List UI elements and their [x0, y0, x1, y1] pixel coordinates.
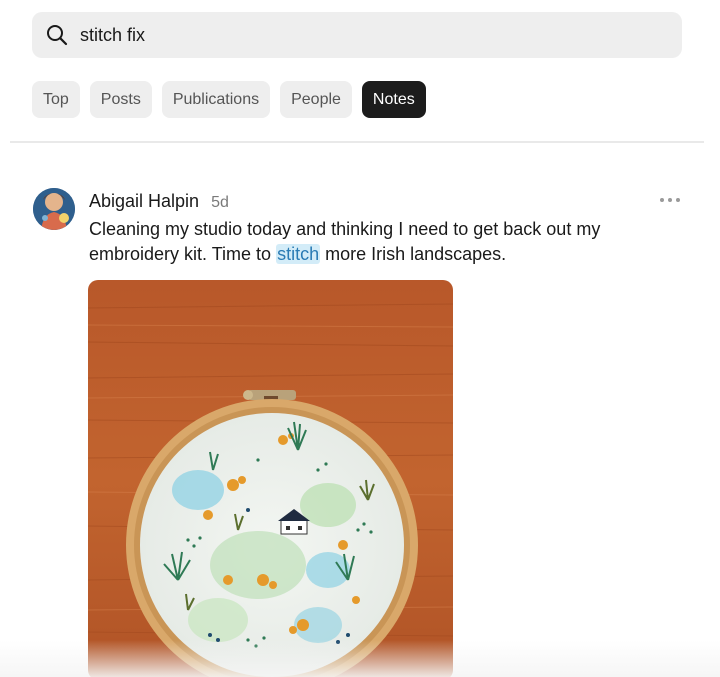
tab-notes[interactable]: Notes — [361, 81, 426, 118]
search-filter-tabs: Top Posts Publications People Notes — [32, 81, 426, 118]
search-icon — [46, 24, 68, 46]
note-header: Abigail Halpin 5d — [89, 191, 229, 212]
more-horizontal-icon[interactable] — [660, 192, 680, 208]
divider — [10, 141, 704, 143]
search-bar[interactable] — [32, 12, 682, 58]
note-body: Cleaning my studio today and thinking I … — [89, 217, 649, 267]
search-term-highlight: stitch — [276, 244, 321, 264]
author-name[interactable]: Abigail Halpin — [89, 191, 199, 212]
tab-publications[interactable]: Publications — [161, 81, 271, 118]
post-timestamp: 5d — [211, 194, 229, 211]
avatar[interactable] — [33, 188, 75, 230]
search-input[interactable] — [80, 24, 640, 46]
tab-people[interactable]: People — [280, 81, 352, 118]
tab-posts[interactable]: Posts — [89, 81, 152, 118]
note-image[interactable] — [88, 280, 453, 677]
note-text-after: more Irish landscapes. — [320, 244, 507, 264]
tab-top[interactable]: Top — [32, 81, 80, 118]
